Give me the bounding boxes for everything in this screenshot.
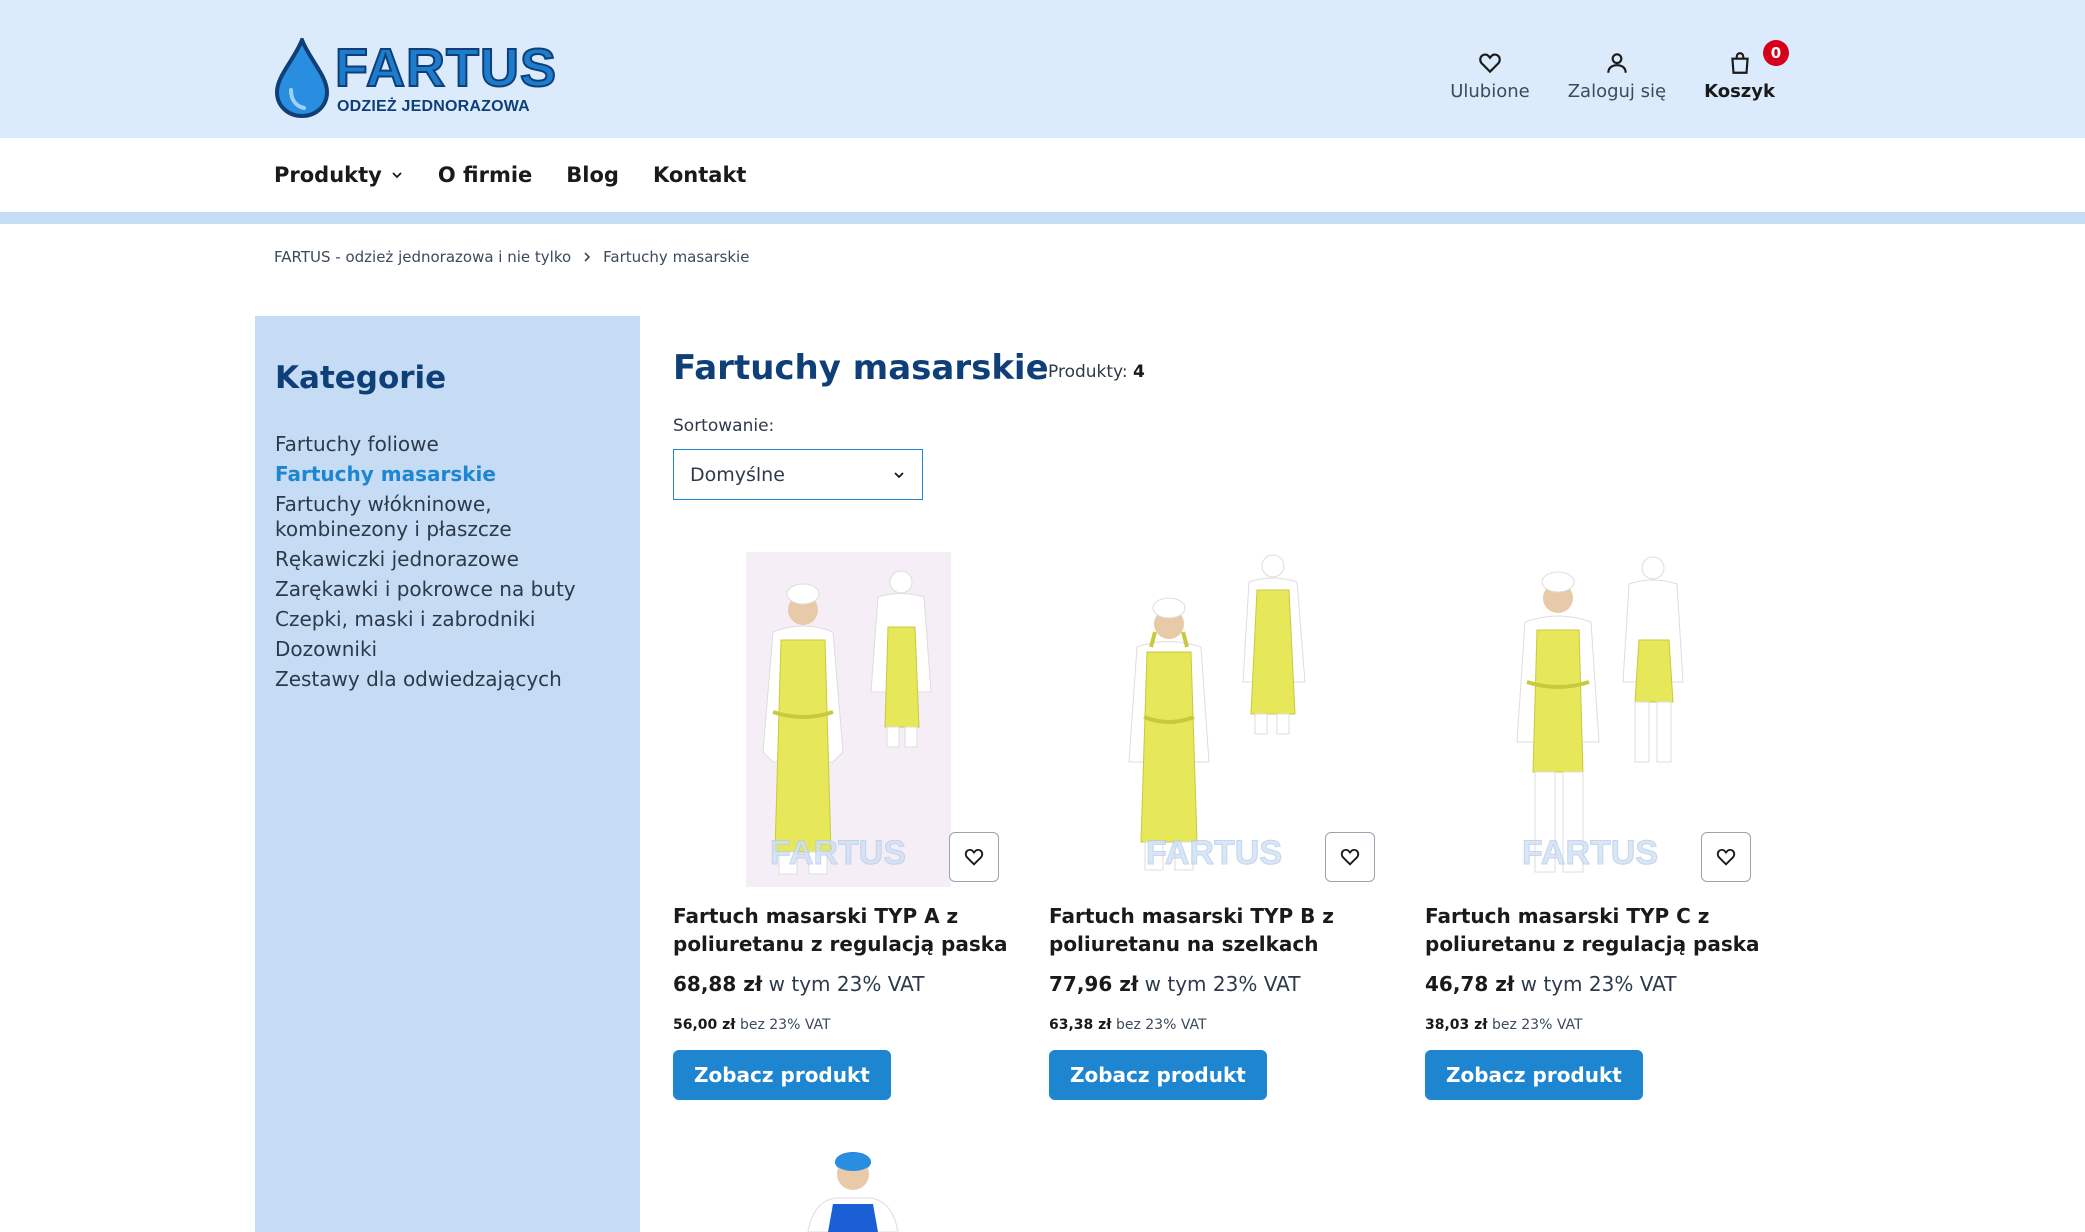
category-item-fartuchy-masarskie[interactable]: Fartuchy masarskie <box>275 462 615 487</box>
category-list: Fartuchy foliowe Fartuchy masarskie Fart… <box>275 432 615 697</box>
sidebar-title: Kategorie <box>275 360 447 396</box>
product-net-price: 63,38 zł bez 23% VAT <box>1049 1017 1207 1033</box>
heart-icon <box>1716 848 1736 866</box>
header-actions: Ulubione Zaloguj się Koszyk 0 <box>1450 40 1789 102</box>
category-item-fartuchy-foliowe[interactable]: Fartuchy foliowe <box>275 432 615 457</box>
water-drop-icon <box>274 38 330 118</box>
product-price: 68,88 zł w tym 23% VAT <box>673 972 924 996</box>
nav-item-blog[interactable]: Blog <box>566 163 619 187</box>
product-count-label: Produkty: <box>1048 362 1128 382</box>
product-price: 77,96 zł w tym 23% VAT <box>1049 972 1300 996</box>
product-card-partial[interactable] <box>673 1140 1003 1232</box>
cart-label: Koszyk <box>1704 81 1775 102</box>
sort-label: Sortowanie: <box>673 416 775 436</box>
main-navigation: Produkty O firmie Blog Kontakt <box>0 138 2085 212</box>
net-vat-label: bez 23% VAT <box>1115 1017 1207 1033</box>
category-item-zestawy[interactable]: Zestawy dla odwiedzających <box>275 667 615 692</box>
logo-tagline: ODZIEŻ JEDNORAZOWA <box>337 98 530 115</box>
page-title: Fartuchy masarskie <box>673 348 1049 388</box>
add-to-favorites-button[interactable] <box>1325 832 1375 882</box>
category-item-zarekawki[interactable]: Zarękawki i pokrowce na buty <box>275 577 615 602</box>
chevron-down-icon <box>894 471 904 478</box>
price-vat-label: w tym 23% VAT <box>1144 972 1301 996</box>
price-gross: 68,88 zł <box>673 972 763 996</box>
watermark-text: FARTUS <box>1146 834 1282 872</box>
nav-item-label: Produkty <box>274 163 382 187</box>
add-to-favorites-button[interactable] <box>1701 832 1751 882</box>
favorites-link[interactable]: Ulubione <box>1450 50 1530 102</box>
product-photo-blue-apron <box>807 1152 899 1232</box>
category-item-fartuchy-wlokninowe[interactable]: Fartuchy włókninowe, kombinezony i płasz… <box>275 492 615 542</box>
breadcrumb: FARTUS - odzież jednorazowa i nie tylko … <box>274 248 749 266</box>
heart-icon <box>964 848 984 866</box>
price-gross: 77,96 zł <box>1049 972 1139 996</box>
chevron-down-icon <box>392 172 402 179</box>
heart-icon <box>1479 53 1501 74</box>
login-label: Zaloguj się <box>1567 81 1667 102</box>
product-count-value: 4 <box>1133 362 1145 382</box>
nav-divider <box>0 212 2085 224</box>
product-name[interactable]: Fartuch masarski TYP A z poliuretanu z r… <box>673 902 1013 958</box>
category-item-rekawiczki[interactable]: Rękawiczki jednorazowe <box>275 547 615 572</box>
logo-brand: FARTUS <box>334 37 557 99</box>
heart-icon <box>1340 848 1360 866</box>
breadcrumb-home-link[interactable]: FARTUS - odzież jednorazowa i nie tylko <box>274 248 571 266</box>
product-price: 46,78 zł w tym 23% VAT <box>1425 972 1676 996</box>
top-header: FARTUS ODZIEŻ JEDNORAZOWA Ulubione Zalog… <box>0 0 2085 138</box>
watermark-text: FARTUS <box>770 834 906 872</box>
product-count: Produkty: 4 <box>1048 362 1145 382</box>
add-to-favorites-button[interactable] <box>949 832 999 882</box>
nav-item-produkty[interactable]: Produkty <box>274 163 404 187</box>
price-vat-label: w tym 23% VAT <box>1520 972 1677 996</box>
view-product-button[interactable]: Zobacz produkt <box>1425 1050 1643 1100</box>
cart-link[interactable]: Koszyk 0 <box>1704 40 1789 102</box>
view-product-button[interactable]: Zobacz produkt <box>1049 1050 1267 1100</box>
site-logo[interactable]: FARTUS ODZIEŻ JEDNORAZOWA <box>274 37 557 118</box>
nav-item-kontakt[interactable]: Kontakt <box>653 163 747 187</box>
cart-count-badge: 0 <box>1763 40 1789 66</box>
product-name[interactable]: Fartuch masarski TYP B z poliuretanu na … <box>1049 902 1389 958</box>
price-net: 56,00 zł <box>673 1017 736 1033</box>
net-vat-label: bez 23% VAT <box>739 1017 831 1033</box>
sort-selected-value: Domyślne <box>690 463 785 486</box>
breadcrumb-current: Fartuchy masarskie <box>603 248 750 266</box>
sort-select[interactable]: Domyślne <box>673 449 923 500</box>
user-icon <box>1607 53 1627 73</box>
price-vat-label: w tym 23% VAT <box>768 972 925 996</box>
nav-item-o-firmie[interactable]: O firmie <box>438 163 532 187</box>
login-link[interactable]: Zaloguj się <box>1568 50 1666 102</box>
price-gross: 46,78 zł <box>1425 972 1515 996</box>
price-net: 63,38 zł <box>1049 1017 1112 1033</box>
price-net: 38,03 zł <box>1425 1017 1488 1033</box>
category-sidebar: Kategorie Fartuchy foliowe Fartuchy masa… <box>255 316 640 1232</box>
watermark-text: FARTUS <box>1522 834 1658 872</box>
category-item-dozowniki[interactable]: Dozowniki <box>275 637 615 662</box>
favorites-label: Ulubione <box>1450 81 1530 102</box>
product-net-price: 56,00 zł bez 23% VAT <box>673 1017 831 1033</box>
chevron-right-icon <box>584 252 591 262</box>
view-product-button[interactable]: Zobacz produkt <box>673 1050 891 1100</box>
product-name[interactable]: Fartuch masarski TYP C z poliuretanu z r… <box>1425 902 1765 958</box>
nav-item-label: Kontakt <box>652 163 747 187</box>
net-vat-label: bez 23% VAT <box>1491 1017 1583 1033</box>
product-net-price: 38,03 zł bez 23% VAT <box>1425 1017 1583 1033</box>
category-item-czepki[interactable]: Czepki, maski i zabrodniki <box>275 607 615 632</box>
nav-item-label: O firmie <box>437 163 533 187</box>
shopping-bag-icon <box>1730 52 1749 74</box>
nav-item-label: Blog <box>566 163 619 187</box>
